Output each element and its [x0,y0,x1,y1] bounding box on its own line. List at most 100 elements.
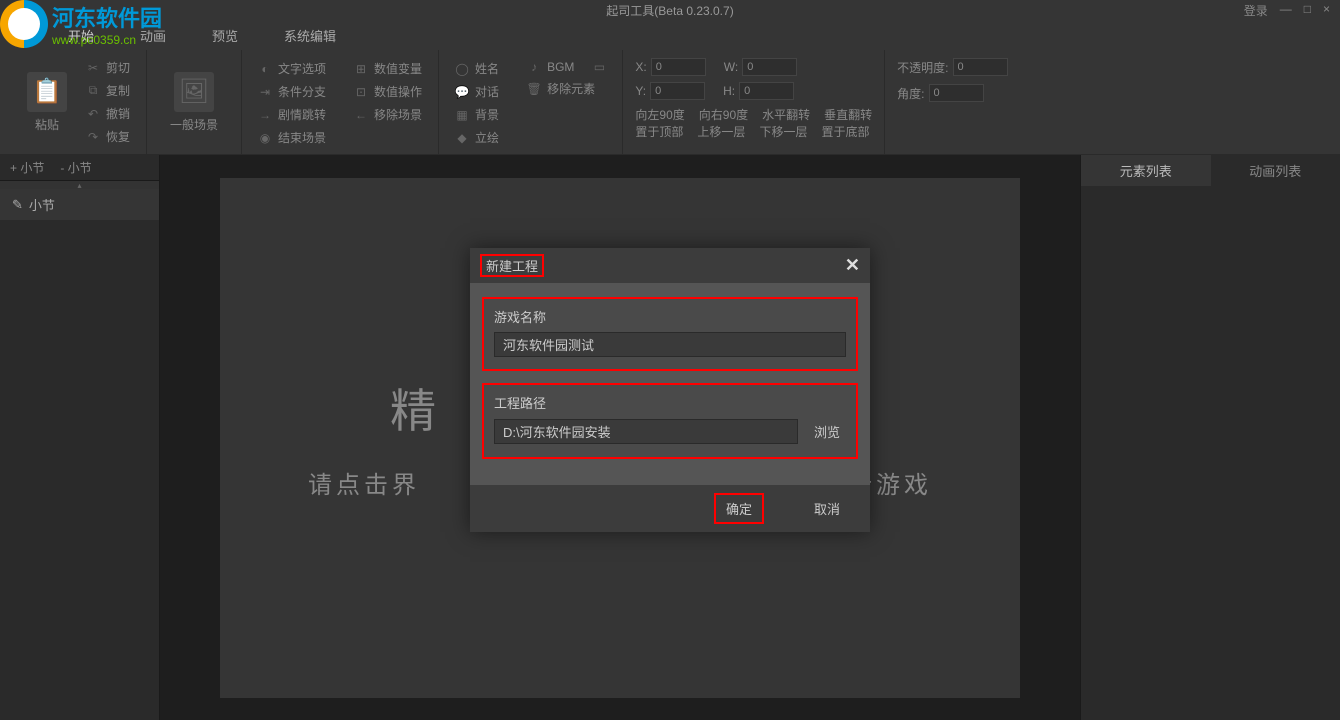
ribbon-script: ◐文字选项 ⇥条件分支 →剧情跳转 ◉结束场景 ⊞数值变量 ⊡数值操作 ←移除场… [242,50,439,154]
send-bottom-button[interactable]: 置于底部 [821,123,869,140]
opacity-label: 不透明度: [897,59,948,76]
end-scene-button[interactable]: ◉结束场景 [254,127,330,148]
pen-icon: ✎ [12,197,23,213]
close-button[interactable]: × [1323,2,1330,19]
tab-animation-list[interactable]: 动画列表 [1211,155,1340,186]
right-panel: 元素列表 动画列表 [1080,155,1340,720]
ribbon-element: ◯姓名 💬对话 ▦背景 ◆立绘 ♪BGM▭ 🗑移除元素 [439,50,623,154]
flip-v-button[interactable]: 垂直翻转 [824,106,872,123]
ribbon: 📋 粘贴 ✂剪切 ⧉复制 ↶撤销 ↷恢复 🖼 一般场景 ◐文字选项 ⇥条件分支 … [0,50,1340,155]
section-label: 小节 [29,195,55,214]
condition-branch-button[interactable]: ⇥条件分支 [254,81,330,102]
h-input[interactable] [739,82,794,100]
game-name-input[interactable] [494,332,846,357]
add-section-button[interactable]: + 小节 [10,159,44,176]
undo-icon: ↶ [86,107,100,121]
confirm-button[interactable]: 确定 [714,493,764,524]
cut-button[interactable]: ✂剪切 [82,57,134,78]
value-op-button[interactable]: ⊡数值操作 [350,81,426,102]
bring-top-button[interactable]: 置于顶部 [635,123,683,140]
game-name-label: 游戏名称 [494,307,846,326]
branch-icon: ⇥ [258,85,272,99]
cut-icon: ✂ [86,61,100,75]
opacity-input[interactable] [953,58,1008,76]
ribbon-transform: X: W: Y: H: 向左90度 向右90度 水平翻转 垂直翻转 置于顶部 上… [623,50,885,154]
login-button[interactable]: 登录 [1244,2,1268,19]
ribbon-clipboard: 📋 粘贴 ✂剪切 ⧉复制 ↶撤销 ↷恢复 [0,50,147,154]
move-down-button[interactable]: 下移一层 [759,123,807,140]
dialog-title: 新建工程 [480,254,544,277]
menu-preview[interactable]: 预览 [204,22,246,49]
tab-element-list[interactable]: 元素列表 [1081,155,1211,186]
move-up-button[interactable]: 上移一层 [697,123,745,140]
ribbon-opacity: 不透明度: 角度: [885,50,1019,154]
titlebar: 起司工具(Beta 0.23.0.7) 登录 — □ × [0,0,1340,20]
redo-button[interactable]: ↷恢复 [82,126,134,147]
jump-icon: → [258,108,272,122]
h-label: H: [723,84,735,98]
undo-button[interactable]: ↶撤销 [82,103,134,124]
w-label: W: [724,60,738,74]
y-label: Y: [635,84,646,98]
titlebar-controls: 登录 — □ × [1244,2,1330,19]
project-path-label: 工程路径 [494,393,846,412]
rotate-right-button[interactable]: 向右90度 [699,106,748,123]
name-button[interactable]: ◯姓名 [451,58,503,79]
menu-system-edit[interactable]: 系统编辑 [276,22,344,49]
cancel-button[interactable]: 取消 [804,493,850,524]
music-icon: ♪ [527,60,541,74]
dialog-button[interactable]: 💬对话 [451,81,503,102]
project-path-section: 工程路径 浏览 [482,383,858,459]
minimize-button[interactable]: — [1280,2,1292,19]
paste-label: 粘贴 [35,116,59,133]
remove-element-button[interactable]: 🗑移除元素 [523,78,610,99]
rotate-left-button[interactable]: 向左90度 [635,106,684,123]
game-name-section: 游戏名称 [482,297,858,371]
flip-h-button[interactable]: 水平翻转 [762,106,810,123]
scene-button[interactable]: 🖼 一般场景 [159,72,229,133]
copy-button[interactable]: ⧉复制 [82,80,134,101]
end-icon: ◉ [258,131,272,145]
var-icon: ⊞ [354,62,368,76]
sprite-icon: ◆ [455,131,469,145]
dialog-close-button[interactable]: ✕ [845,255,860,276]
browse-button[interactable]: 浏览 [808,418,846,445]
name-icon: ◯ [455,62,469,76]
project-path-input[interactable] [494,419,798,444]
scene-icon: 🖼 [174,72,214,112]
video-icon: ▭ [592,60,606,74]
menu-animation[interactable]: 动画 [132,22,174,49]
angle-label: 角度: [897,85,924,102]
trash-icon: 🗑 [527,82,541,96]
menubar: 开始 动画 预览 系统编辑 [0,20,1340,50]
sidebar-section-item[interactable]: ✎ 小节 [0,189,159,220]
maximize-button[interactable]: □ [1304,2,1311,19]
text-icon: ◐ [258,62,272,76]
w-input[interactable] [742,58,797,76]
angle-input[interactable] [929,84,984,102]
x-input[interactable] [651,58,706,76]
new-project-dialog: 新建工程 ✕ 游戏名称 工程路径 浏览 确定 取消 [470,248,870,532]
op-icon: ⊡ [354,85,368,99]
y-input[interactable] [650,82,705,100]
sidebar: + 小节 - 小节 ▴ ✎ 小节 [0,155,160,720]
plot-jump-button[interactable]: →剧情跳转 [254,104,330,125]
menu-start[interactable]: 开始 [60,22,102,49]
scene-label: 一般场景 [170,116,218,133]
sidebar-collapse[interactable]: ▴ [0,181,159,189]
remove-icon: ← [354,108,368,122]
x-label: X: [635,60,646,74]
redo-icon: ↷ [86,130,100,144]
text-option-button[interactable]: ◐文字选项 [254,58,330,79]
bgm-button[interactable]: ♪BGM▭ [523,58,610,76]
app-title: 起司工具(Beta 0.23.0.7) [606,2,733,19]
dialog-icon: 💬 [455,85,469,99]
ribbon-scene: 🖼 一般场景 [147,50,242,154]
bg-icon: ▦ [455,108,469,122]
sprite-button[interactable]: ◆立绘 [451,127,503,148]
remove-section-button[interactable]: - 小节 [60,159,91,176]
background-button[interactable]: ▦背景 [451,104,503,125]
paste-button[interactable]: 📋 粘贴 [12,72,82,133]
value-var-button[interactable]: ⊞数值变量 [350,58,426,79]
remove-scene-button[interactable]: ←移除场景 [350,104,426,125]
